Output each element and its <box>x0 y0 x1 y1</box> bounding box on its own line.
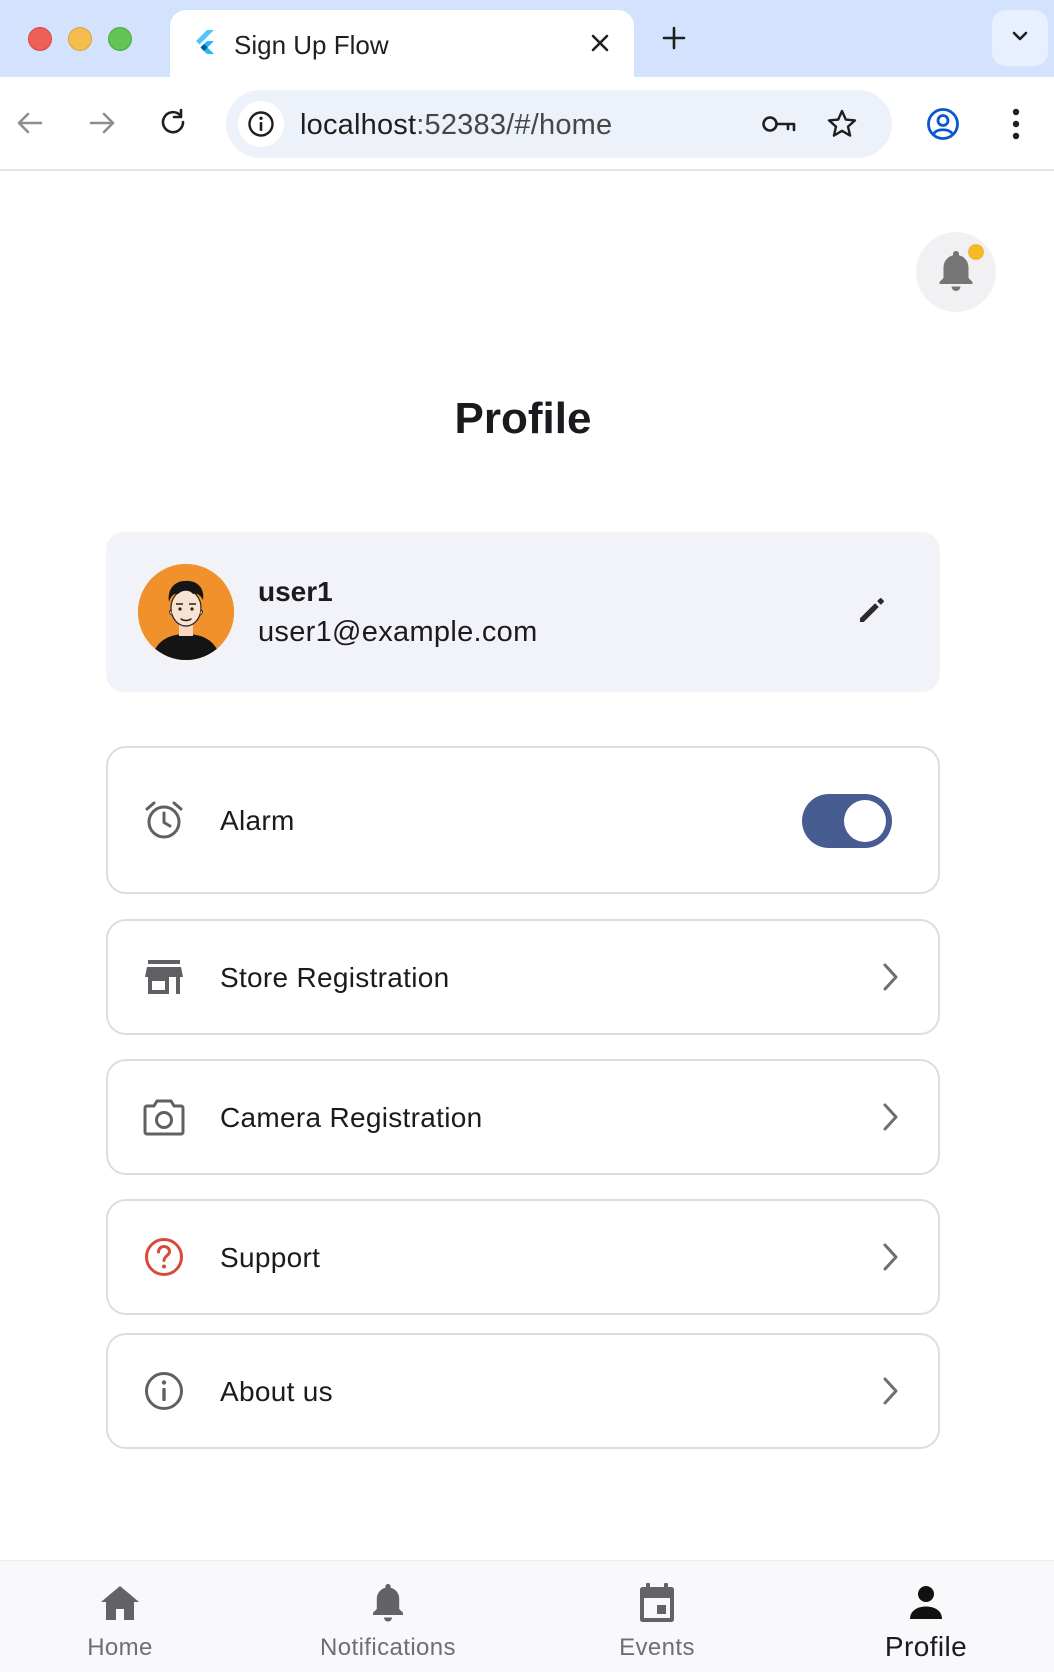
window-minimize-button[interactable] <box>68 27 92 51</box>
nav-tab-home[interactable]: Home <box>0 1561 240 1672</box>
edit-profile-button[interactable] <box>846 586 898 638</box>
user-email: user1@example.com <box>258 616 538 648</box>
camera-icon <box>142 1095 186 1139</box>
nav-tab-notifications[interactable]: Notifications <box>268 1561 508 1672</box>
settings-item-store-registration[interactable]: Store Registration <box>106 919 940 1035</box>
store-registration-label: Store Registration <box>220 962 450 993</box>
browser-tab-strip: Sign Up Flow <box>0 0 1054 77</box>
home-icon <box>96 1579 144 1627</box>
plus-icon[interactable] <box>656 20 692 56</box>
event-icon <box>633 1579 681 1627</box>
chevron-right-icon <box>870 1237 910 1277</box>
chevron-right-icon <box>870 1097 910 1137</box>
browser-toolbar: localhost:52383/#/home <box>0 77 1054 171</box>
help-icon <box>142 1235 186 1279</box>
notifications-button[interactable] <box>916 232 996 312</box>
chevron-right-icon <box>870 1371 910 1411</box>
url-text: localhost:52383/#/home <box>300 109 612 142</box>
bottom-navigation-bar: Home Notifications Events Profile <box>0 1560 1054 1672</box>
nav-label-events: Events <box>619 1634 695 1661</box>
star-icon[interactable] <box>822 104 862 144</box>
alarm-icon <box>142 798 186 842</box>
nav-tab-events[interactable]: Events <box>537 1561 777 1672</box>
address-bar[interactable]: localhost:52383/#/home <box>226 90 892 158</box>
settings-item-support[interactable]: Support <box>106 1199 940 1315</box>
chevron-right-icon <box>870 957 910 997</box>
edit-icon <box>857 595 887 630</box>
settings-item-about-us[interactable]: About us <box>106 1333 940 1449</box>
notification-badge <box>968 244 984 260</box>
arrow-left-icon[interactable] <box>8 101 52 145</box>
browser-tab-active[interactable]: Sign Up Flow <box>170 10 634 77</box>
window-zoom-button[interactable] <box>108 27 132 51</box>
settings-item-alarm: Alarm <box>106 746 940 894</box>
nav-tab-profile[interactable]: Profile <box>806 1561 1046 1672</box>
info-icon[interactable] <box>238 101 284 147</box>
support-label: Support <box>220 1242 321 1273</box>
user-profile-card: user1 user1@example.com <box>106 532 940 692</box>
account-circle-icon[interactable] <box>920 101 966 147</box>
person-icon <box>902 1579 950 1627</box>
avatar <box>138 564 234 660</box>
tab-search-button[interactable] <box>992 10 1048 66</box>
nav-label-notifications: Notifications <box>320 1634 456 1661</box>
arrow-right-icon[interactable] <box>80 101 124 145</box>
info-icon <box>142 1369 186 1413</box>
reload-icon[interactable] <box>152 101 196 145</box>
bell-icon <box>364 1579 412 1627</box>
alarm-toggle[interactable] <box>802 794 892 848</box>
more-vert-icon[interactable] <box>996 101 1036 147</box>
settings-item-camera-registration[interactable]: Camera Registration <box>106 1059 940 1175</box>
tab-title: Sign Up Flow <box>234 30 389 60</box>
chevron-down-icon <box>1009 25 1031 52</box>
toggle-knob <box>844 800 886 842</box>
window-close-button[interactable] <box>28 27 52 51</box>
about-us-label: About us <box>220 1376 333 1407</box>
user-name: user1 <box>258 576 333 607</box>
store-icon <box>142 955 186 999</box>
close-icon[interactable] <box>582 25 618 61</box>
url-path: :52383/#/home <box>416 109 613 141</box>
key-icon[interactable] <box>760 104 800 144</box>
nav-label-home: Home <box>87 1634 153 1661</box>
page-title: Profile <box>454 394 592 443</box>
nav-label-profile: Profile <box>884 1631 968 1662</box>
url-host: localhost <box>300 109 417 141</box>
flutter-logo-icon <box>190 27 220 57</box>
camera-registration-label: Camera Registration <box>220 1102 483 1133</box>
alarm-label: Alarm <box>220 805 295 836</box>
